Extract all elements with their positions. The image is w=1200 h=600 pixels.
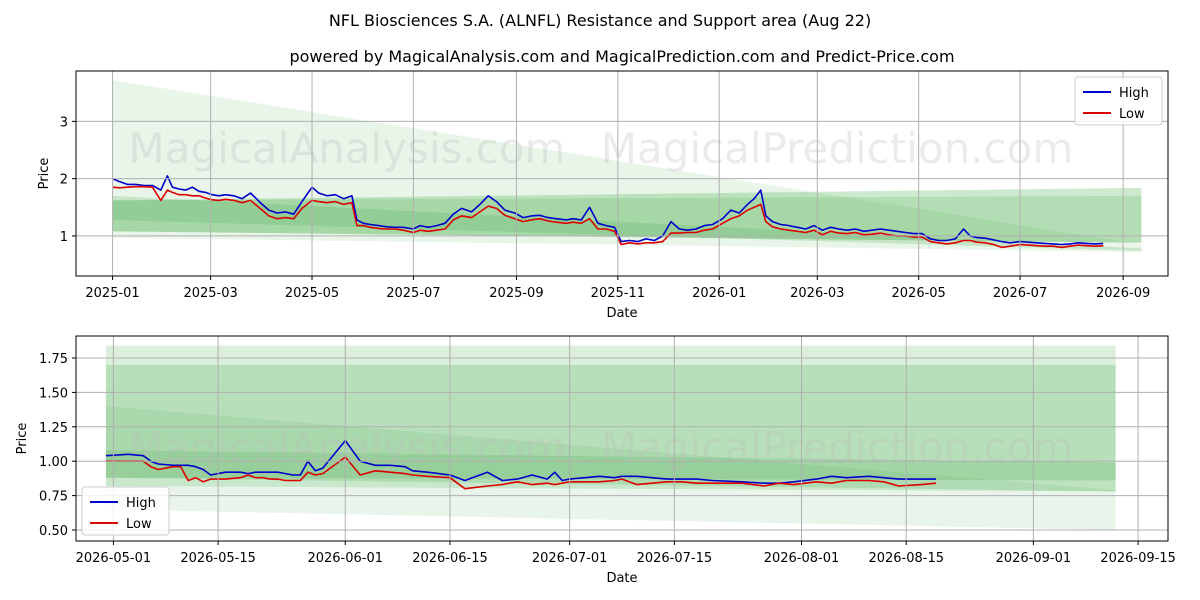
x-axis-label: Date <box>606 571 637 586</box>
y-tick-label: 0.75 <box>39 490 68 505</box>
x-tick-label: 2026-07-15 <box>637 551 713 566</box>
x-tick-label: 2026-05-15 <box>180 551 256 566</box>
y-tick-label: 1.00 <box>39 455 68 470</box>
legend: High Low <box>1074 76 1163 126</box>
x-tick-label: 2026-09-15 <box>1100 551 1176 566</box>
plot-area: MagicalAnalysis.com MagicalPrediction.com <box>105 345 1116 530</box>
y-tick-label: 1.75 <box>39 352 68 367</box>
x-tick-label: 2026-09-01 <box>996 551 1072 566</box>
chart-subtitle: powered by MagicalAnalysis.com and Magic… <box>289 47 954 66</box>
x-tick-label: 2025-07 <box>386 286 440 301</box>
legend: High Low <box>81 486 170 536</box>
x-axis-label: Date <box>606 306 637 321</box>
x-tick-label: 2026-07 <box>993 286 1047 301</box>
y-axis-label: Price <box>37 158 52 190</box>
x-tick-label: 2026-06-01 <box>307 551 383 566</box>
x-tick-label: 2026-07-01 <box>532 551 608 566</box>
x-tick-label: 2026-06-15 <box>412 551 488 566</box>
y-tick-label: 1 <box>60 230 68 245</box>
y-tick-label: 1.25 <box>39 421 68 436</box>
watermark-text: MagicalPrediction.com <box>601 423 1074 472</box>
chart-title: NFL Biosciences S.A. (ALNFL) Resistance … <box>329 11 871 30</box>
x-tick-label: 2026-08-01 <box>764 551 840 566</box>
bottom-chart-panel: MagicalAnalysis.com MagicalPrediction.com… <box>15 335 1176 586</box>
chart-root: NFL Biosciences S.A. (ALNFL) Resistance … <box>0 0 1200 600</box>
y-tick-label: 1.50 <box>39 386 68 401</box>
x-tick-label: 2026-08-15 <box>868 551 944 566</box>
watermark-text: MagicalAnalysis.com <box>129 423 566 472</box>
legend-label-low: Low <box>126 517 152 532</box>
x-tick-label: 2026-05-01 <box>76 551 152 566</box>
x-tick-label: 2025-03 <box>183 286 237 301</box>
watermark-text: MagicalAnalysis.com <box>129 124 566 173</box>
legend-label-high: High <box>1119 86 1149 101</box>
x-tick-label: 2026-05 <box>892 286 946 301</box>
watermark-text: MagicalPrediction.com <box>601 124 1074 173</box>
x-tick-label: 2025-11 <box>591 286 645 301</box>
y-tick-label: 3 <box>60 115 68 130</box>
y-tick-label: 2 <box>60 173 68 188</box>
y-tick-label: 0.50 <box>39 524 68 539</box>
x-tick-label: 2026-01 <box>692 286 746 301</box>
x-tick-label: 2025-05 <box>285 286 339 301</box>
x-tick-label: 2025-01 <box>85 286 139 301</box>
x-tick-label: 2025-09 <box>489 286 543 301</box>
legend-label-high: High <box>126 496 156 511</box>
legend-label-low: Low <box>1119 107 1145 122</box>
y-axis-label: Price <box>15 423 30 455</box>
x-tick-label: 2026-03 <box>790 286 844 301</box>
top-chart-panel: MagicalAnalysis.com MagicalPrediction.com… <box>37 70 1169 321</box>
chart-canvas: NFL Biosciences S.A. (ALNFL) Resistance … <box>15 11 1176 586</box>
plot-area: MagicalAnalysis.com MagicalPrediction.com <box>112 80 1142 252</box>
x-tick-label: 2026-09 <box>1096 286 1150 301</box>
